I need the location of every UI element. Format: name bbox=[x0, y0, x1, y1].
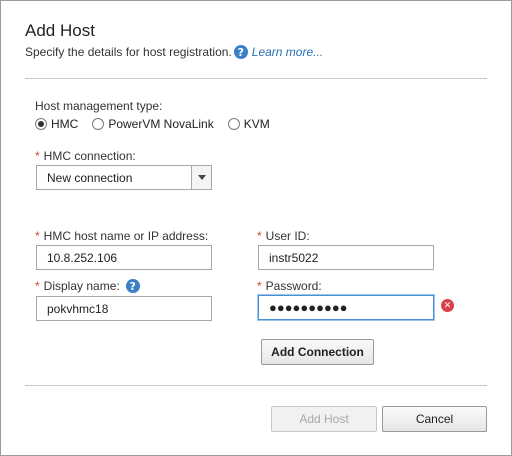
subtitle-text: Specify the details for host registratio… bbox=[25, 45, 232, 59]
header-divider bbox=[25, 78, 487, 79]
required-marker: * bbox=[35, 229, 40, 243]
hmc-connection-label: * HMC connection: bbox=[35, 149, 136, 163]
add-connection-button[interactable]: Add Connection bbox=[261, 339, 374, 365]
required-marker: * bbox=[257, 279, 262, 293]
radio-button-novalink[interactable] bbox=[92, 118, 105, 130]
radio-label-kvm: KVM bbox=[243, 117, 270, 131]
dialog-subtitle: Specify the details for host registratio… bbox=[25, 45, 323, 59]
required-marker: * bbox=[35, 279, 40, 293]
user-id-label-text: User ID: bbox=[265, 229, 310, 243]
user-id-input[interactable]: instr5022 bbox=[258, 245, 434, 270]
radio-button-hmc[interactable] bbox=[35, 118, 47, 130]
password-input[interactable]: ●●●●●●●●●● bbox=[258, 295, 434, 320]
add-host-dialog: Add Host Specify the details for host re… bbox=[0, 0, 512, 456]
required-marker: * bbox=[35, 149, 40, 163]
radio-powervm-novalink[interactable]: PowerVM NovaLink bbox=[92, 117, 214, 131]
radio-label-hmc: HMC bbox=[51, 117, 79, 131]
host-address-input[interactable]: 10.8.252.106 bbox=[36, 245, 212, 270]
host-address-label: * HMC host name or IP address: bbox=[35, 229, 208, 243]
learn-more-link[interactable]: Learn more... bbox=[252, 45, 323, 59]
hmc-connection-select[interactable]: New connection bbox=[36, 165, 212, 190]
required-marker: * bbox=[257, 229, 262, 243]
user-id-label: * User ID: bbox=[257, 229, 310, 243]
display-name-label-text: Display name: bbox=[43, 279, 120, 293]
footer-divider bbox=[25, 385, 487, 386]
hmc-connection-value: New connection bbox=[47, 170, 133, 185]
radio-hmc[interactable]: HMC bbox=[35, 117, 78, 131]
management-type-radio-group: HMC PowerVM NovaLink KVM bbox=[35, 117, 284, 131]
help-icon[interactable]: ? bbox=[233, 45, 248, 59]
display-name-input[interactable]: pokvhmc18 bbox=[36, 296, 212, 321]
display-name-help-icon[interactable]: ? bbox=[125, 279, 140, 293]
password-masked-value: ●●●●●●●●●● bbox=[269, 300, 348, 315]
dropdown-arrow-icon[interactable] bbox=[191, 166, 211, 189]
error-icon: ✕ bbox=[441, 299, 454, 312]
dialog-title: Add Host bbox=[25, 21, 95, 40]
cancel-button[interactable]: Cancel bbox=[382, 406, 487, 432]
add-host-button[interactable]: Add Host bbox=[271, 406, 377, 432]
radio-button-kvm[interactable] bbox=[227, 118, 240, 130]
password-label: * Password: bbox=[257, 279, 322, 293]
host-address-label-text: HMC host name or IP address: bbox=[43, 229, 209, 243]
radio-kvm[interactable]: KVM bbox=[227, 117, 270, 131]
password-label-text: Password: bbox=[265, 279, 322, 293]
hmc-connection-label-text: HMC connection: bbox=[43, 149, 136, 163]
management-type-label: Host management type: bbox=[35, 99, 163, 113]
radio-label-novalink: PowerVM NovaLink bbox=[108, 117, 214, 131]
display-name-label: * Display name: ? bbox=[35, 279, 140, 293]
